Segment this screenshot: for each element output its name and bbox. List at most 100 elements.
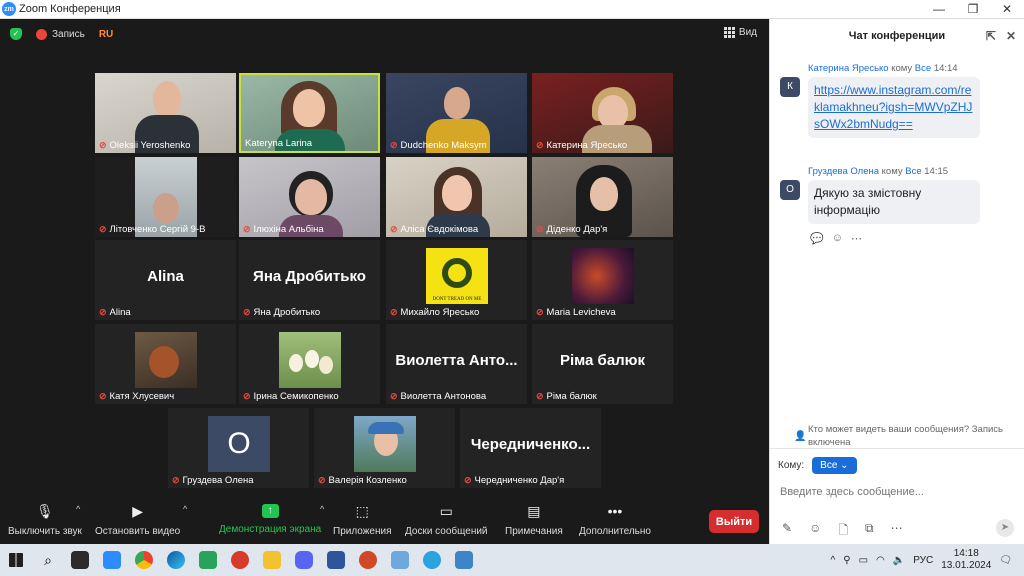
recipient-dropdown[interactable]: Все ⌄	[812, 457, 857, 474]
participant-tile[interactable]: ⊘ Аліса Євдокімова	[386, 157, 527, 237]
window-app-icon[interactable]	[448, 544, 480, 576]
meeting-toolbar: 🎙 Выключить звук ^ ▶ Остановить видео ^ …	[0, 498, 769, 544]
battery-icon[interactable]: ▭	[859, 555, 868, 566]
participant-name-label: ⊘ Чередниченко Дар'я	[464, 475, 565, 486]
privacy-notice[interactable]: Кто может видеть ваши сообщения? Запись …	[808, 423, 1024, 449]
participant-name-label: ⊘ Катя Хлусевич	[99, 391, 175, 402]
participant-tile[interactable]: Виолетта Анто... ⊘ Виолетта Антонова	[386, 324, 527, 404]
windows-taskbar: ⌕ ^ ⚲ ▭ ◠ 🔈 РУС 14:18 13.01.2024 🗨	[0, 544, 1024, 576]
participant-tile[interactable]: ⊘ Валерія Козленко	[314, 408, 455, 488]
participant-tile[interactable]: Чередниченко... ⊘ Чередниченко Дар'я	[460, 408, 601, 488]
participant-tile[interactable]: ⊘ Maria Levicheva	[532, 240, 673, 320]
more-options-icon[interactable]: ⋯	[891, 521, 903, 542]
participant-tile[interactable]: ⊘ Oleksii Yeroshenko	[95, 73, 236, 153]
chat-message-input[interactable]	[780, 483, 1015, 501]
participant-name-label: ⊘ Dudchenko Maksym	[390, 140, 487, 151]
participant-tile[interactable]: ⊘ Катя Хлусевич	[95, 324, 236, 404]
more-actions-icon[interactable]: ⋯	[851, 232, 862, 245]
notifications-icon[interactable]: 🗨	[999, 555, 1012, 566]
edge-icon[interactable]	[160, 544, 192, 576]
participant-tile[interactable]: ⊘ Катерина Яресько	[532, 73, 673, 153]
chat-input-tools: ✎ ☺ 🗋 ⧉ ⋯	[782, 521, 903, 542]
leave-button[interactable]: Выйти	[709, 510, 759, 533]
more-button[interactable]: ••• Дополнительно	[579, 502, 651, 537]
recording-label: Запись	[52, 28, 85, 40]
restore-button[interactable]: ❐	[956, 2, 990, 16]
network-icon[interactable]: ⚲	[843, 555, 850, 566]
screenshot-icon[interactable]: ⧉	[865, 521, 874, 542]
participant-display-name: Alina	[147, 268, 184, 285]
popout-icon[interactable]: ⇱	[986, 29, 996, 43]
notes-button[interactable]: ▤ Примечания	[505, 502, 563, 537]
message-link[interactable]: https://www.instagram.com/reklamakhneu?i…	[814, 83, 972, 131]
zoom-logo-icon: zm	[2, 2, 16, 16]
language-indicator[interactable]: РУС	[913, 555, 933, 566]
recording-indicator[interactable]: Запись	[36, 28, 85, 40]
reply-icon[interactable]: 💬	[810, 232, 824, 245]
send-icon[interactable]: ➤	[996, 519, 1014, 537]
audio-options-caret[interactable]: ^	[76, 504, 80, 514]
participant-tile-active-speaker[interactable]: Kateryna Larina	[239, 73, 380, 153]
windows-start-icon[interactable]	[0, 544, 32, 576]
participant-name-label: ⊘ Ірина Семикопенко	[243, 391, 339, 402]
participant-name-label: ⊘ Аліса Євдокімова	[390, 224, 479, 235]
participant-avatar: О	[208, 416, 270, 472]
store-icon[interactable]	[64, 544, 96, 576]
telegram-icon[interactable]	[416, 544, 448, 576]
emoji-icon[interactable]: ☺	[809, 521, 821, 542]
participant-tile[interactable]: ⊘ Dudchenko Maksym	[386, 73, 527, 153]
whiteboards-button[interactable]: ▭ Доски сообщений	[405, 502, 488, 537]
close-button[interactable]: ✕	[990, 2, 1024, 16]
security-shield-icon[interactable]: ✓	[10, 28, 22, 40]
share-screen-button[interactable]: ↑ Демонстрация экрана	[219, 502, 321, 535]
participant-tile[interactable]: ⊘ Діденко Дар'я	[532, 157, 673, 237]
participant-tile[interactable]: Alina ⊘ Alina	[95, 240, 236, 320]
files-icon[interactable]	[192, 544, 224, 576]
discord-icon[interactable]	[288, 544, 320, 576]
apps-icon: ⬚	[355, 503, 369, 519]
minimize-button[interactable]: —	[922, 2, 956, 16]
chevron-up-icon[interactable]: ^	[831, 555, 836, 566]
muted-mic-icon: ⊘	[390, 140, 398, 150]
emoji-react-icon[interactable]: ☺	[832, 232, 843, 245]
muted-mic-icon: ⊘	[99, 391, 107, 401]
participant-name-label: ⊘ Ілюхіна Альбіна	[243, 224, 324, 235]
explorer-icon[interactable]	[256, 544, 288, 576]
paint-icon[interactable]	[384, 544, 416, 576]
apps-button[interactable]: ⬚ Приложения	[333, 502, 392, 537]
share-options-caret[interactable]: ^	[320, 504, 324, 514]
participant-tile[interactable]: ⊘ Літовченко Сергій 9-В	[95, 157, 236, 237]
message-bubble: https://www.instagram.com/reklamakhneu?i…	[808, 77, 980, 138]
divider	[770, 448, 1024, 449]
chrome-icon[interactable]	[128, 544, 160, 576]
participant-tile[interactable]: ⊘ Ірина Семикопенко	[239, 324, 380, 404]
video-options-caret[interactable]: ^	[183, 504, 187, 514]
file-icon[interactable]: 🗋	[838, 521, 848, 542]
whiteboard-icon: ▭	[439, 503, 453, 519]
participant-tile[interactable]: О ⊘ Груздева Олена	[168, 408, 309, 488]
close-chat-icon[interactable]: ✕	[1006, 29, 1016, 43]
app-icon[interactable]	[224, 544, 256, 576]
chat-title: Чат конференции	[848, 30, 946, 42]
volume-icon[interactable]: 🔈	[893, 555, 905, 566]
stop-video-button[interactable]: ▶ Остановить видео	[95, 502, 180, 537]
participant-tile[interactable]: Яна Дробитько ⊘ Яна Дробитько	[239, 240, 380, 320]
participant-display-name: Яна Дробитько	[253, 268, 366, 285]
notes-icon: ▤	[527, 503, 541, 519]
search-icon[interactable]: ⌕	[32, 544, 64, 576]
mute-button[interactable]: 🎙 Выключить звук	[8, 502, 82, 537]
view-button[interactable]: Вид	[723, 27, 757, 38]
powerpoint-icon[interactable]	[352, 544, 384, 576]
participant-tile[interactable]: Ріма балюк ⊘ Ріма балюк	[532, 324, 673, 404]
zoom-taskbar-icon[interactable]	[96, 544, 128, 576]
wifi-icon[interactable]: ◠	[876, 555, 885, 566]
chat-panel: Чат конференции ⇱ ✕ К Катерина Яресько к…	[769, 19, 1024, 544]
participant-name-label: ⊘ Ріма балюк	[536, 391, 597, 402]
participant-tile[interactable]: DONT TREAD ON ME ⊘ Михайло Яресько	[386, 240, 527, 320]
word-icon[interactable]	[320, 544, 352, 576]
view-label: Вид	[738, 27, 757, 38]
language-indicator[interactable]: RU	[99, 29, 113, 40]
clock[interactable]: 14:18 13.01.2024	[941, 548, 991, 572]
participant-tile[interactable]: ⊘ Ілюхіна Альбіна	[239, 157, 380, 237]
format-icon[interactable]: ✎	[782, 521, 792, 542]
